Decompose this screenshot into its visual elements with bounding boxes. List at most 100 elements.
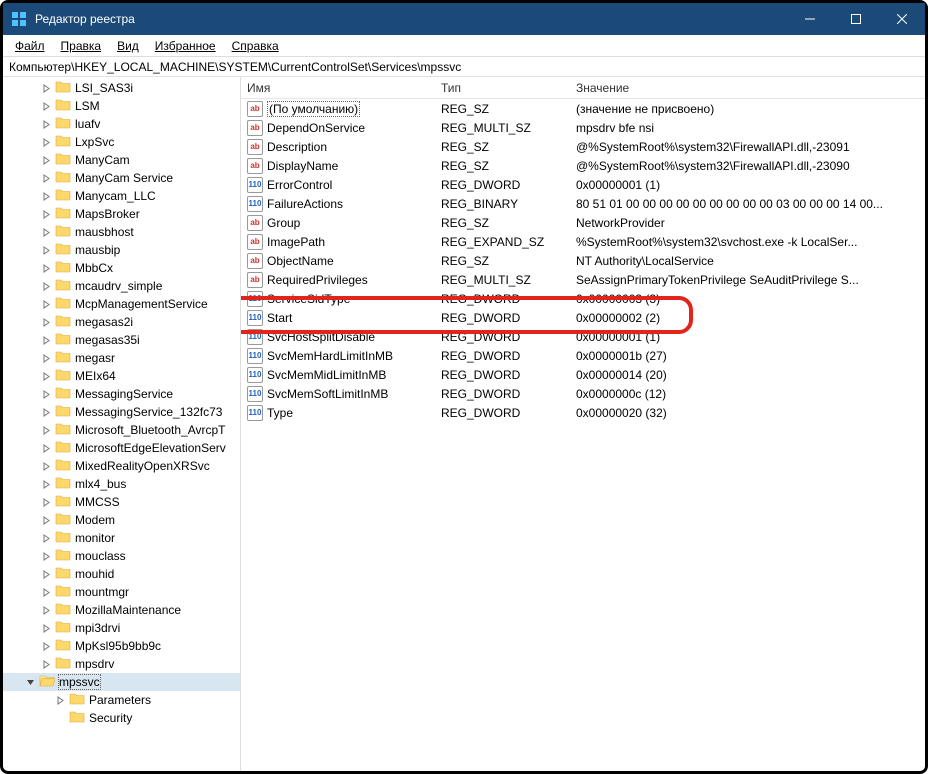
tree-item[interactable]: ManyCam Service [3,169,240,187]
column-name[interactable]: Имя [241,81,441,95]
list-row[interactable]: 110SvcMemMidLimitInMBREG_DWORD0x00000014… [241,365,925,384]
chevron-right-icon[interactable] [39,405,53,419]
tree-item[interactable]: megasas2i [3,313,240,331]
chevron-right-icon[interactable] [39,297,53,311]
list-row[interactable]: abImagePathREG_EXPAND_SZ%SystemRoot%\sys… [241,232,925,251]
chevron-right-icon[interactable] [39,621,53,635]
list-row[interactable]: 110SvcMemSoftLimitInMBREG_DWORD0x0000000… [241,384,925,403]
tree-item[interactable]: McpManagementService [3,295,240,313]
chevron-right-icon[interactable] [39,279,53,293]
tree-item[interactable]: monitor [3,529,240,547]
tree-item[interactable]: mlx4_bus [3,475,240,493]
tree-item[interactable]: mouhid [3,565,240,583]
chevron-right-icon[interactable] [39,225,53,239]
list-row[interactable]: 110TypeREG_DWORD0x00000020 (32) [241,403,925,422]
tree-item[interactable]: MessagingService [3,385,240,403]
chevron-right-icon[interactable] [39,261,53,275]
list-row[interactable]: 110SvcHostSplitDisableREG_DWORD0x0000000… [241,327,925,346]
chevron-right-icon[interactable] [53,693,67,707]
tree-item[interactable]: mcaudrv_simple [3,277,240,295]
tree-item[interactable]: LSM [3,97,240,115]
list-row[interactable]: 110StartREG_DWORD0x00000002 (2) [241,308,925,327]
chevron-right-icon[interactable] [39,477,53,491]
chevron-right-icon[interactable] [39,639,53,653]
tree-item[interactable]: MixedRealityOpenXRSvc [3,457,240,475]
chevron-right-icon[interactable] [39,153,53,167]
column-value[interactable]: Значение [576,81,925,95]
list-row[interactable]: 110ErrorControlREG_DWORD0x00000001 (1) [241,175,925,194]
chevron-right-icon[interactable] [39,495,53,509]
list-row[interactable]: abDependOnServiceREG_MULTI_SZmpsdrv bfe … [241,118,925,137]
chevron-right-icon[interactable] [39,243,53,257]
chevron-right-icon[interactable] [39,207,53,221]
tree-item[interactable]: LxpSvc [3,133,240,151]
chevron-right-icon[interactable] [39,585,53,599]
chevron-right-icon[interactable] [39,81,53,95]
tree-item[interactable]: MEIx64 [3,367,240,385]
list-row[interactable]: abRequiredPrivilegesREG_MULTI_SZSeAssign… [241,270,925,289]
chevron-right-icon[interactable] [39,567,53,581]
tree-item[interactable]: mpi3drvi [3,619,240,637]
tree-item[interactable]: Modem [3,511,240,529]
chevron-right-icon[interactable] [39,423,53,437]
chevron-right-icon[interactable] [39,135,53,149]
tree-item[interactable]: MapsBroker [3,205,240,223]
tree-item[interactable]: Microsoft_Bluetooth_AvrcpT [3,421,240,439]
chevron-right-icon[interactable] [39,459,53,473]
tree-item[interactable]: MicrosoftEdgeElevationServ [3,439,240,457]
chevron-right-icon[interactable] [39,513,53,527]
tree-item[interactable]: MpKsl95b9bb9c [3,637,240,655]
minimize-button[interactable] [787,3,833,35]
tree-item[interactable]: luafv [3,115,240,133]
tree-item[interactable]: mountmgr [3,583,240,601]
tree-item[interactable]: mpssvc [3,673,240,691]
tree-item[interactable]: MessagingService_132fc73 [3,403,240,421]
tree-item[interactable]: Manycam_LLC [3,187,240,205]
chevron-right-icon[interactable] [39,387,53,401]
chevron-right-icon[interactable] [39,315,53,329]
tree-item[interactable]: mausbhost [3,223,240,241]
menu-help[interactable]: Справка [224,37,287,55]
chevron-right-icon[interactable] [39,189,53,203]
tree-item[interactable]: MMCSS [3,493,240,511]
chevron-down-icon[interactable] [23,675,37,689]
tree-item[interactable]: megasr [3,349,240,367]
list-body[interactable]: ab(По умолчанию)REG_SZ(значение не присв… [241,99,925,771]
tree-item[interactable]: megasas35i [3,331,240,349]
tree-item[interactable]: mouclass [3,547,240,565]
tree-item[interactable]: MozillaMaintenance [3,601,240,619]
tree-item[interactable]: ManyCam [3,151,240,169]
tree-item[interactable]: mausbip [3,241,240,259]
chevron-right-icon[interactable] [39,603,53,617]
chevron-right-icon[interactable] [39,171,53,185]
list-row[interactable]: abGroupREG_SZNetworkProvider [241,213,925,232]
tree-item[interactable]: Security [3,709,240,727]
chevron-right-icon[interactable] [39,351,53,365]
chevron-right-icon[interactable] [39,117,53,131]
tree-view[interactable]: LSI_SAS3iLSMluafvLxpSvcManyCamManyCam Se… [3,77,241,771]
menu-favorites[interactable]: Избранное [147,37,224,55]
menu-edit[interactable]: Правка [53,37,110,55]
column-type[interactable]: Тип [441,81,576,95]
menu-view[interactable]: Вид [109,37,147,55]
tree-item[interactable]: mpsdrv [3,655,240,673]
menu-file[interactable]: Файл [7,37,53,55]
maximize-button[interactable] [833,3,879,35]
chevron-right-icon[interactable] [39,657,53,671]
tree-item[interactable]: LSI_SAS3i [3,79,240,97]
list-row[interactable]: ab(По умолчанию)REG_SZ(значение не присв… [241,99,925,118]
list-row[interactable]: abDescriptionREG_SZ@%SystemRoot%\system3… [241,137,925,156]
chevron-right-icon[interactable] [39,441,53,455]
chevron-right-icon[interactable] [39,333,53,347]
tree-item[interactable]: Parameters [3,691,240,709]
chevron-right-icon[interactable] [39,369,53,383]
list-row[interactable]: 110FailureActionsREG_BINARY80 51 01 00 0… [241,194,925,213]
chevron-right-icon[interactable] [39,549,53,563]
address-bar[interactable]: Компьютер\HKEY_LOCAL_MACHINE\SYSTEM\Curr… [3,57,925,77]
close-button[interactable] [879,3,925,35]
list-row[interactable]: 110ServiceSidTypeREG_DWORD0x00000003 (3) [241,289,925,308]
tree-item[interactable]: MbbCx [3,259,240,277]
list-row[interactable]: abObjectNameREG_SZNT Authority\LocalServ… [241,251,925,270]
chevron-right-icon[interactable] [39,531,53,545]
chevron-right-icon[interactable] [39,99,53,113]
